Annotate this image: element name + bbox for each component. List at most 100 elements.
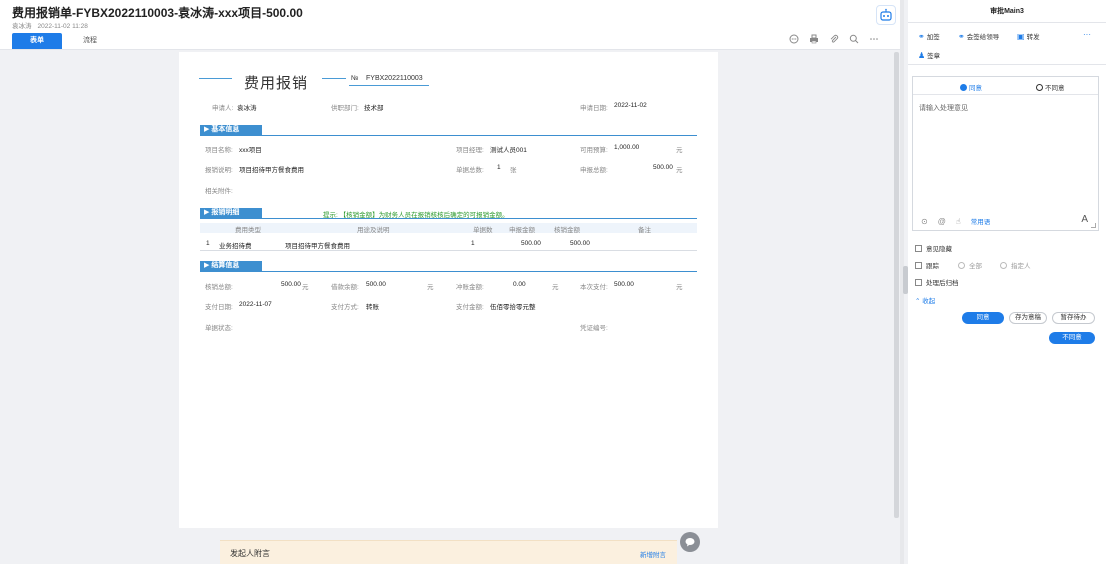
- offset-unit: 元: [552, 284, 559, 291]
- agree-radio[interactable]: 同意: [960, 82, 982, 92]
- section-detail-title: 报销明细: [211, 209, 240, 216]
- approval-panel-title: 审批Main3: [990, 8, 1024, 15]
- detail-row-approved: 500.00: [570, 240, 590, 247]
- detail-row-type: 业务招待费: [219, 243, 252, 250]
- loan-balance-unit: 元: [427, 284, 434, 291]
- section-basic-title: 基本信息: [211, 126, 240, 133]
- like-icon[interactable]: ☝: [956, 217, 961, 226]
- font-format-icon[interactable]: A: [1081, 214, 1088, 225]
- tab-form[interactable]: 表单: [12, 33, 62, 49]
- panel-more-icon[interactable]: ···: [1083, 30, 1091, 39]
- tab-flow[interactable]: 流程: [72, 33, 108, 49]
- archive-after-label: 处理后归档: [926, 280, 959, 287]
- chevron-up-icon: ⌃: [915, 298, 921, 305]
- stamp-icon: ♟: [918, 50, 926, 60]
- common-phrases-link[interactable]: 常用语: [971, 216, 991, 226]
- track-checkbox[interactable]: 跟踪: [915, 260, 939, 270]
- disagree-button[interactable]: 不同意: [1049, 332, 1095, 344]
- detail-row-declared: 500.00: [521, 240, 541, 247]
- document-header: 费用报销单-FYBX2022110003-袁冰涛-xxx项目-500.00 袁冰…: [0, 0, 900, 50]
- sign-button[interactable]: ♟ 签章: [918, 50, 941, 61]
- collapse-toggle[interactable]: ⌃ 收起: [915, 295, 935, 305]
- project-manager-label: 项目经理:: [456, 147, 484, 154]
- detail-row-divider: [200, 250, 697, 251]
- form-title: 费用报销: [244, 75, 309, 92]
- print-icon[interactable]: [808, 33, 820, 45]
- approved-total-unit: 元: [302, 284, 309, 291]
- pay-amount-value: 伍佰零拾零元整: [490, 304, 536, 311]
- disagree-radio-label: 不同意: [1045, 85, 1065, 92]
- pay-amount-label: 支付金额:: [456, 304, 484, 311]
- detail-header-approved: 核销金额: [554, 227, 580, 234]
- applicant-label: 申请人:: [212, 105, 234, 112]
- chat-bubble-icon[interactable]: [680, 532, 700, 552]
- mention-icon[interactable]: @: [938, 217, 946, 226]
- detail-header-purpose: 用途及说明: [357, 227, 390, 234]
- agree-button[interactable]: 同意: [962, 312, 1004, 324]
- sign-label: 签章: [927, 53, 941, 60]
- document-scrollbar[interactable]: [894, 52, 899, 518]
- add-sign-button[interactable]: ⚭ 加签: [918, 31, 940, 42]
- department-label: 供职部门:: [331, 105, 359, 112]
- notify-leader-button[interactable]: ⚭ 会签给领导: [958, 31, 999, 42]
- department-value: 技术部: [364, 105, 384, 112]
- hide-opinion-checkbox[interactable]: 意见隐藏: [915, 243, 952, 253]
- disagree-radio[interactable]: 不同意: [1036, 82, 1065, 92]
- bill-status-label: 单据状态:: [205, 325, 233, 332]
- track-all-label: 全部: [969, 263, 982, 270]
- attach-icon[interactable]: ⊙: [921, 217, 928, 226]
- available-budget-unit: 元: [676, 147, 683, 154]
- author-name: 袁冰涛: [12, 23, 32, 30]
- attachment-icon[interactable]: [828, 33, 840, 45]
- section-detail-header: ▶ 报销明细: [200, 208, 262, 218]
- checkbox-icon: [915, 244, 922, 252]
- collapse-label: 收起: [922, 298, 936, 305]
- title-line-right: [322, 78, 346, 79]
- this-payment-value: 500.00: [614, 281, 634, 288]
- resize-handle-icon[interactable]: [1091, 223, 1096, 228]
- checkbox-icon: [915, 261, 922, 269]
- reason-label: 报销说明:: [205, 167, 233, 174]
- pay-date-value: 2022-11-07: [239, 301, 272, 308]
- assistant-robot-icon[interactable]: [876, 5, 896, 25]
- opinion-tools: ⊙ @ ☝ 常用语: [921, 216, 991, 227]
- declared-total-unit: 元: [676, 167, 683, 174]
- bill-count-value: 1: [497, 164, 501, 171]
- section-settle-title: 结算信息: [211, 262, 240, 269]
- archive-after-checkbox[interactable]: 处理后归档: [915, 277, 959, 287]
- initiator-comment-bar: 发起人附言 新增附言: [220, 540, 677, 564]
- document-toolbar: [788, 33, 880, 45]
- opinion-textarea[interactable]: 请输入处理意见: [919, 103, 968, 113]
- apply-date-value: 2022-11-02: [614, 102, 647, 109]
- approved-total-label: 核销总额:: [205, 284, 233, 291]
- save-opinion-button[interactable]: 存为意稿: [1009, 312, 1047, 324]
- declared-total-value: 500.00: [653, 164, 673, 171]
- comment-icon[interactable]: [788, 33, 800, 45]
- approved-total-value: 500.00: [281, 281, 301, 288]
- hold-todo-button[interactable]: 暂存待办: [1052, 312, 1095, 324]
- detail-header-count: 单据数: [473, 227, 493, 234]
- forward-label: 转发: [1026, 34, 1040, 41]
- radio-unchecked-icon: [1000, 261, 1007, 269]
- detail-table-header: [200, 223, 697, 233]
- detail-row-purpose: 项目招待甲方餐食费用: [285, 243, 350, 250]
- initiator-comment-label: 发起人附言: [230, 549, 270, 558]
- add-comment-link[interactable]: 新增附言: [640, 549, 666, 559]
- project-name-value: xxx项目: [239, 147, 262, 154]
- section-settle-header: ▶ 结算信息: [200, 261, 262, 271]
- document-title: 费用报销单-FYBX2022110003-袁冰涛-xxx项目-500.00: [12, 6, 303, 20]
- available-budget-label: 可用预算:: [580, 147, 608, 154]
- search-icon[interactable]: [848, 33, 860, 45]
- created-datetime: 2022-11-02 11:28: [37, 23, 88, 30]
- bill-count-label: 单据总数:: [456, 167, 484, 174]
- track-all-radio[interactable]: 全部: [958, 260, 982, 270]
- declared-total-label: 申报总额:: [580, 167, 608, 174]
- more-icon[interactable]: [868, 33, 880, 45]
- detail-header-remark: 备注: [638, 227, 651, 234]
- user-group-icon: ⚭: [958, 31, 965, 41]
- form-number-label: №: [351, 75, 359, 82]
- forward-button[interactable]: ▣ 转发: [1017, 31, 1040, 42]
- track-specified-radio[interactable]: 指定人: [1000, 260, 1031, 270]
- pay-method-label: 支付方式:: [331, 304, 359, 311]
- checkbox-icon: [915, 278, 922, 286]
